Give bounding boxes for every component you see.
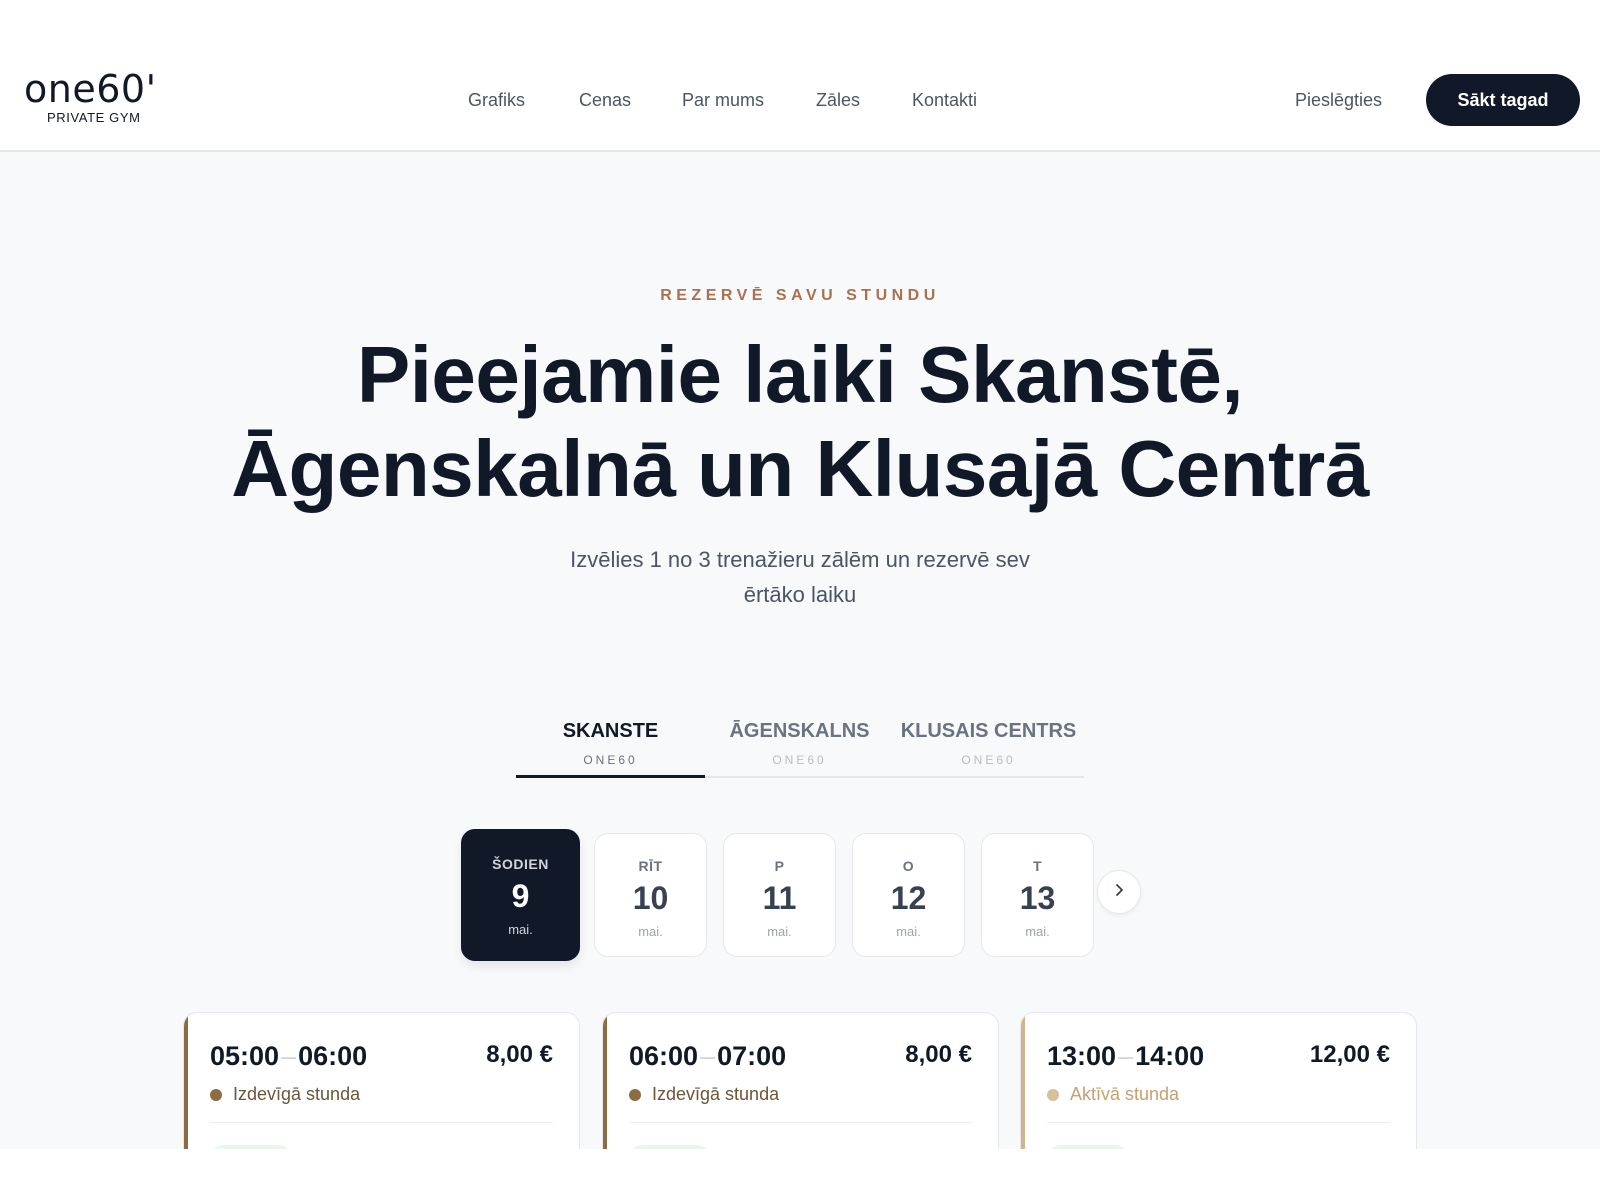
slot-time: 06:00–07:00 [629,1041,786,1072]
tab-skanste[interactable]: SKANSTE ONE60 [516,702,705,778]
nav-link-zales[interactable]: Zāles [816,90,860,111]
slot-type-dot-icon [629,1088,641,1101]
slot-type: Aktīvā stunda [1047,1084,1179,1105]
slot-start-time: 06:00 [629,1041,699,1071]
nav-link-kontakti[interactable]: Kontakti [912,90,977,111]
day-month: mai. [508,922,533,937]
card-accent-bar [603,1013,607,1149]
time-separator: – [700,1041,716,1071]
logo-tagline: PRIVATE GYM [47,110,141,125]
slot-type-dot-icon [1047,1088,1059,1101]
slot-time: 05:00–06:00 [210,1041,367,1072]
slot-start-time: 05:00 [210,1041,280,1071]
card-accent-bar [184,1013,188,1149]
slot-time: 13:00–14:00 [1047,1041,1204,1072]
day-name: RĪT [638,858,663,874]
slot-start-time: 13:00 [1047,1041,1117,1071]
day-item[interactable]: P 11 mai. [723,833,836,957]
day-name: T [1032,858,1043,874]
day-name: P [774,858,785,874]
day-number: 10 [632,880,669,916]
chevron-right-icon [1112,883,1126,902]
slot-price: 12,00 € [1309,1041,1390,1068]
day-number: 12 [890,880,927,916]
page-title: Pieejamie laiki Skanstē, Āgenskalnā un K… [100,328,1500,516]
tab-agenskalns[interactable]: ĀGENSKALNS ONE60 [705,702,894,776]
slot-end-time: 06:00 [298,1041,368,1071]
day-month: mai. [638,924,663,939]
nav-link-par-mums[interactable]: Par mums [682,90,764,111]
slot-end-time: 07:00 [717,1041,787,1071]
start-now-button[interactable]: Sākt tagad [1426,74,1580,126]
day-item[interactable]: T 13 mai. [981,833,1094,957]
day-item[interactable]: O 12 mai. [852,833,965,957]
time-slot-card[interactable]: 05:00–06:00 8,00 € Izdevīgā stunda [183,1012,580,1149]
page-subtitle-line-2: ērtāko laiku [743,582,857,607]
booking-section: REZERVĒ SAVU STUNDU Pieejamie laiki Skan… [0,152,1600,1149]
day-number: 11 [762,880,797,916]
site-header: one60' PRIVATE GYM Grafiks Cenas Par mum… [0,50,1600,152]
day-name: O [902,858,915,874]
nav-link-cenas[interactable]: Cenas [579,90,631,111]
time-slot-card[interactable]: 06:00–07:00 8,00 € Izdevīgā stunda [602,1012,999,1149]
tab-sublabel: ONE60 [772,753,827,767]
card-divider [1047,1122,1390,1123]
day-number: 9 [511,878,530,914]
tab-sublabel: ONE60 [961,753,1016,767]
card-divider [629,1122,972,1123]
time-slot-card[interactable]: 13:00–14:00 12,00 € Aktīvā stunda [1020,1012,1417,1149]
slot-type: Izdevīgā stunda [629,1084,779,1105]
logo-wordmark: one60' [24,67,157,111]
time-separator: – [281,1041,297,1071]
slot-type-dot-icon [210,1088,222,1101]
location-tabs: SKANSTE ONE60 ĀGENSKALNS ONE60 KLUSAIS C… [516,702,1084,778]
card-divider [210,1122,553,1123]
section-eyebrow: REZERVĒ SAVU STUNDU [660,287,940,304]
page-subtitle: Izvēlies 1 no 3 trenažieru zālēm un reze… [540,542,1060,612]
tab-sublabel: ONE60 [583,753,638,767]
slot-end-time: 14:00 [1135,1041,1205,1071]
login-link[interactable]: Pieslēgties [1295,90,1382,111]
day-month: mai. [1025,924,1050,939]
slot-price: 8,00 € [905,1041,972,1068]
day-today[interactable]: ŠODIEN 9 mai. [461,829,580,961]
tab-label: ĀGENSKALNS [729,720,870,742]
day-name: ŠODIEN [492,856,549,872]
day-month: mai. [767,924,792,939]
next-days-button[interactable] [1097,870,1141,914]
day-month: mai. [896,924,921,939]
tab-label: SKANSTE [562,720,659,742]
tab-klusais-centrs[interactable]: KLUSAIS CENTRS ONE60 [894,702,1083,776]
slot-type-label: Izdevīgā stunda [652,1084,780,1104]
page-title-line-2: Āgenskalnā un Klusajā Centrā [231,424,1369,513]
tab-label: KLUSAIS CENTRS [900,720,1077,742]
page-title-line-1: Pieejamie laiki Skanstē, [356,330,1244,419]
slot-type: Izdevīgā stunda [210,1084,360,1105]
page-subtitle-line-1: Izvēlies 1 no 3 trenažieru zālēm un reze… [570,547,1030,572]
nav-link-grafiks[interactable]: Grafiks [468,90,525,111]
day-number: 13 [1019,880,1056,916]
card-accent-bar [1021,1013,1025,1149]
brand-logo[interactable]: one60' PRIVATE GYM [24,70,174,125]
time-separator: – [1118,1041,1134,1071]
page-bottom-edge [0,1149,1600,1200]
day-tomorrow[interactable]: RĪT 10 mai. [594,833,707,957]
slot-type-label: Izdevīgā stunda [233,1084,361,1104]
slot-type-label: Aktīvā stunda [1070,1084,1180,1104]
slot-price: 8,00 € [486,1041,553,1068]
